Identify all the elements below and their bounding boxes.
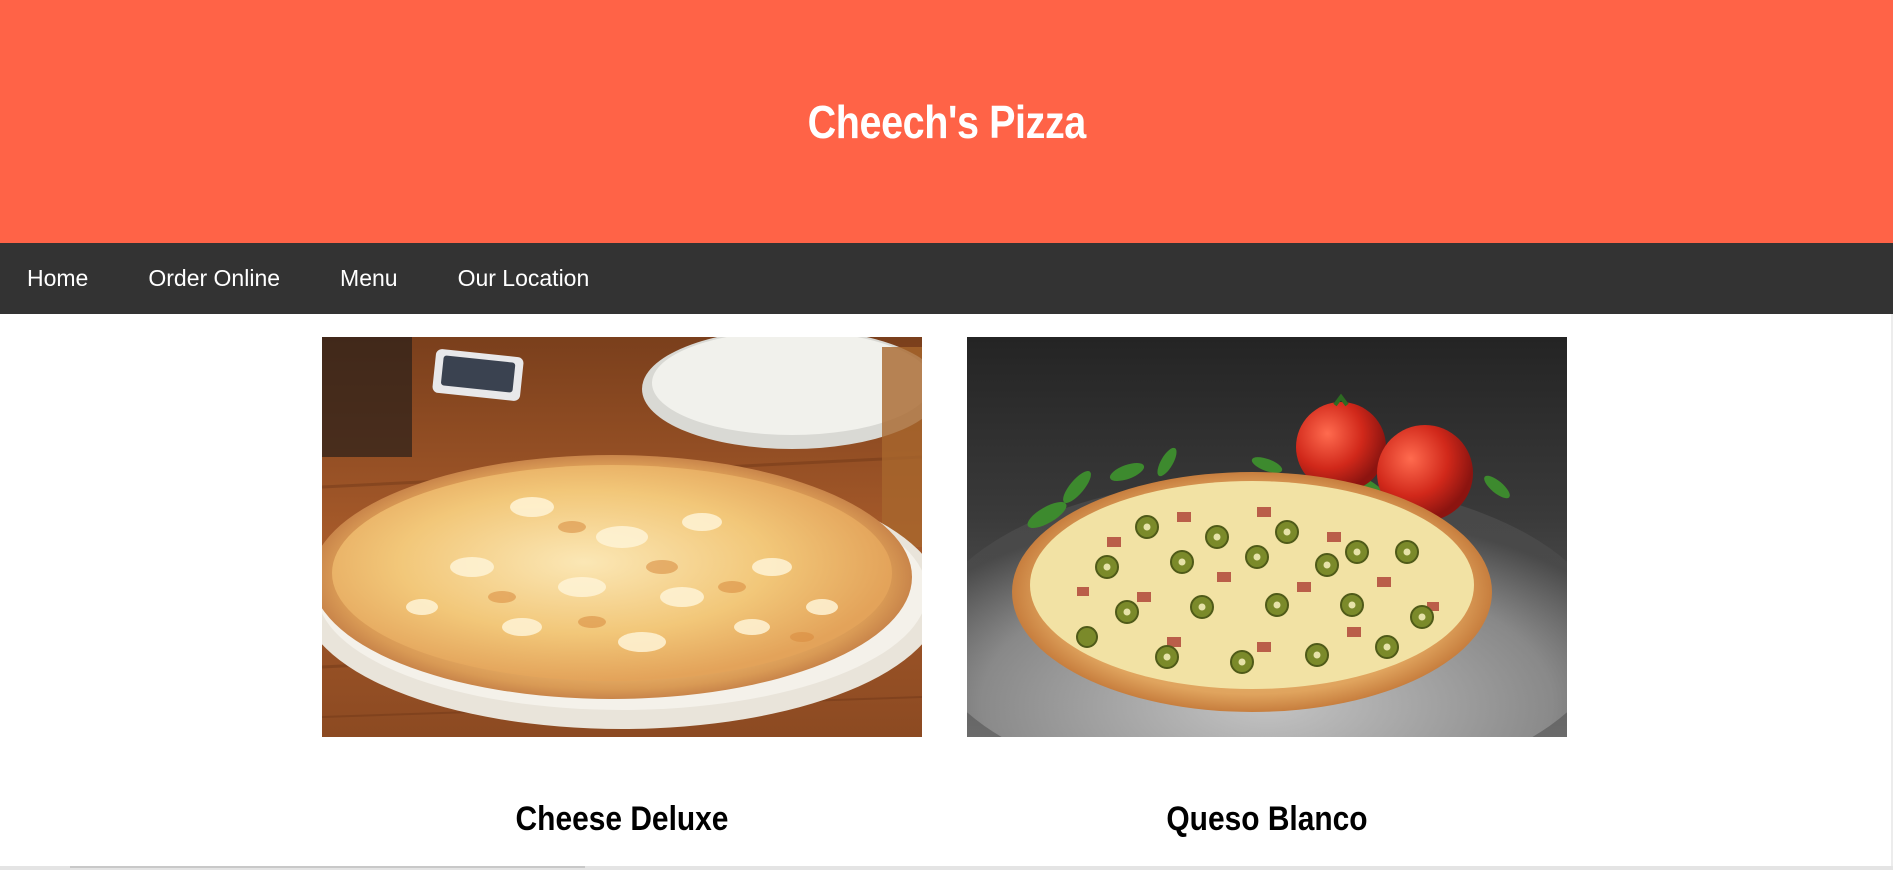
nav-bar: Home Order Online Menu Our Location (0, 243, 1893, 314)
site-title: Cheech's Pizza (807, 95, 1086, 148)
nav-item-order-online[interactable]: Order Online (121, 243, 307, 314)
product-title-cheese-deluxe[interactable]: Cheese Deluxe (358, 800, 886, 839)
nav-item-our-location[interactable]: Our Location (431, 243, 617, 314)
olive-pizza-photo[interactable] (967, 337, 1567, 737)
product-title-queso-blanco[interactable]: Queso Blanco (1003, 800, 1531, 839)
nav-item-home[interactable]: Home (0, 243, 115, 314)
product-card-queso-blanco: Queso Blanco (967, 337, 1567, 838)
site-header: Cheech's Pizza (0, 0, 1893, 243)
nav-item-menu[interactable]: Menu (313, 243, 425, 314)
horizontal-scrollbar[interactable] (70, 866, 585, 868)
page: Cheech's Pizza Home Order Online Menu Ou… (0, 0, 1893, 870)
cheese-pizza-photo[interactable] (322, 337, 922, 737)
product-card-cheese-deluxe: Cheese Deluxe (322, 337, 922, 838)
